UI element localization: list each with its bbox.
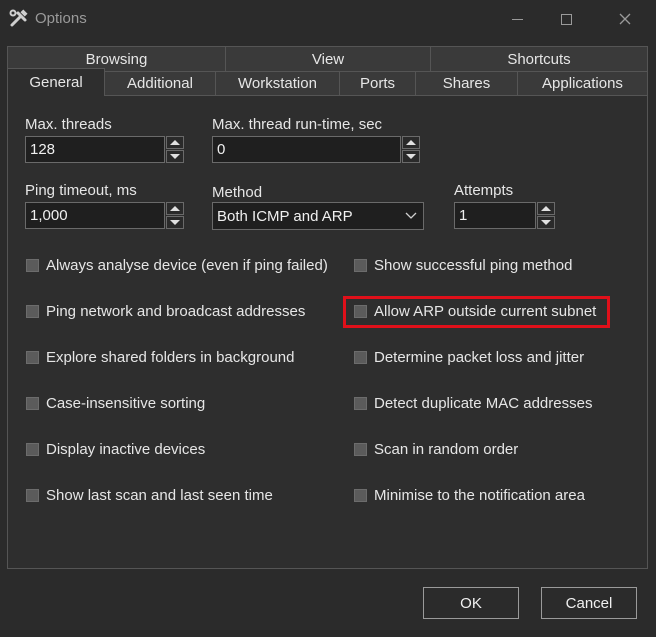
- max-threads-spinner: [166, 136, 184, 163]
- checkbox-box[interactable]: [354, 351, 367, 364]
- max-runtime-down-button[interactable]: [402, 150, 420, 163]
- checkbox-box[interactable]: [354, 397, 367, 410]
- tools-icon: [9, 9, 28, 27]
- checkbox-explore-shared[interactable]: Explore shared folders in background: [26, 349, 294, 366]
- checkbox-box[interactable]: [354, 489, 367, 502]
- tab-view[interactable]: View: [225, 46, 431, 72]
- checkbox-box[interactable]: [26, 397, 39, 410]
- tab-additional[interactable]: Additional: [104, 71, 216, 96]
- max-threads-input[interactable]: 128: [25, 136, 165, 163]
- tab-ports[interactable]: Ports: [339, 71, 416, 96]
- close-button[interactable]: [602, 0, 648, 38]
- arrow-down-icon: [170, 154, 180, 159]
- max-threads-down-button[interactable]: [166, 150, 184, 163]
- checkbox-label: Always analyse device (even if ping fail…: [46, 257, 328, 274]
- close-icon: [619, 13, 631, 25]
- arrow-down-icon: [541, 220, 551, 225]
- ping-timeout-down-button[interactable]: [166, 216, 184, 229]
- max-runtime-up-button[interactable]: [402, 136, 420, 149]
- minimize-icon: [511, 18, 523, 20]
- method-select[interactable]: Both ICMP and ARP: [212, 202, 424, 230]
- ping-timeout-spinner: [166, 202, 184, 229]
- max-threads-label: Max. threads: [25, 116, 112, 133]
- maximize-button[interactable]: [543, 0, 589, 38]
- checkbox-label: Determine packet loss and jitter: [374, 349, 585, 366]
- checkbox-box[interactable]: [26, 305, 39, 318]
- max-runtime-input[interactable]: 0: [212, 136, 401, 163]
- checkbox-label: Explore shared folders in background: [46, 349, 295, 366]
- arrow-up-icon: [406, 140, 416, 145]
- checkbox-label: Minimise to the notification area: [374, 487, 585, 504]
- ping-timeout-up-button[interactable]: [166, 202, 184, 215]
- method-value: Both ICMP and ARP: [217, 208, 353, 225]
- checkbox-label: Case-insensitive sorting: [46, 395, 206, 412]
- maximize-icon: [560, 13, 572, 25]
- title-bar: Options: [0, 0, 656, 38]
- tab-applications[interactable]: Applications: [517, 71, 648, 96]
- arrow-up-icon: [170, 140, 180, 145]
- arrow-down-icon: [170, 220, 180, 225]
- checkbox-ping-broadcast[interactable]: Ping network and broadcast addresses: [26, 303, 305, 320]
- arrow-down-icon: [406, 154, 416, 159]
- checkbox-box[interactable]: [26, 489, 39, 502]
- checkbox-label: Show last scan and last seen time: [46, 487, 273, 504]
- tab-general[interactable]: General: [7, 68, 105, 96]
- attempts-input[interactable]: 1: [454, 202, 536, 229]
- checkbox-show-last-scan[interactable]: Show last scan and last seen time: [26, 487, 273, 504]
- checkbox-minimise-tray[interactable]: Minimise to the notification area: [354, 487, 585, 504]
- arrow-up-icon: [170, 206, 180, 211]
- checkbox-box[interactable]: [26, 259, 39, 272]
- checkbox-label: Display inactive devices: [46, 441, 206, 458]
- window-title: Options: [35, 10, 87, 27]
- checkbox-display-inactive[interactable]: Display inactive devices: [26, 441, 205, 458]
- checkbox-show-ping-method[interactable]: Show successful ping method: [354, 257, 572, 274]
- minimize-button[interactable]: [494, 0, 540, 38]
- ping-timeout-label: Ping timeout, ms: [25, 182, 137, 199]
- checkbox-label: Show successful ping method: [374, 257, 573, 274]
- checkbox-label: Scan in random order: [374, 441, 519, 458]
- checkbox-duplicate-mac[interactable]: Detect duplicate MAC addresses: [354, 395, 592, 412]
- attempts-spinner: [537, 202, 555, 229]
- checkbox-label: Detect duplicate MAC addresses: [374, 395, 593, 412]
- max-threads-up-button[interactable]: [166, 136, 184, 149]
- tab-workstation[interactable]: Workstation: [215, 71, 340, 96]
- arrow-up-icon: [541, 206, 551, 211]
- checkbox-label: Ping network and broadcast addresses: [46, 303, 306, 320]
- attempts-down-button[interactable]: [537, 216, 555, 229]
- max-runtime-spinner: [402, 136, 420, 163]
- checkbox-packet-loss[interactable]: Determine packet loss and jitter: [354, 349, 584, 366]
- checkbox-box[interactable]: [354, 443, 367, 456]
- ping-timeout-input[interactable]: 1,000: [25, 202, 165, 229]
- max-runtime-label: Max. thread run-time, sec: [212, 116, 383, 133]
- checkbox-case-insensitive[interactable]: Case-insensitive sorting: [26, 395, 205, 412]
- checkbox-box[interactable]: [26, 443, 39, 456]
- highlight-box: [343, 296, 610, 328]
- cancel-button[interactable]: Cancel: [541, 587, 637, 619]
- ok-button[interactable]: OK: [423, 587, 519, 619]
- checkbox-box[interactable]: [26, 351, 39, 364]
- tab-shortcuts[interactable]: Shortcuts: [430, 46, 648, 72]
- attempts-up-button[interactable]: [537, 202, 555, 215]
- method-label: Method: [212, 184, 263, 201]
- checkbox-always-analyse[interactable]: Always analyse device (even if ping fail…: [26, 257, 328, 274]
- tab-shares[interactable]: Shares: [415, 71, 518, 96]
- chevron-down-icon: [405, 212, 417, 219]
- attempts-label: Attempts: [454, 182, 514, 199]
- checkbox-box[interactable]: [354, 259, 367, 272]
- checkbox-random-order[interactable]: Scan in random order: [354, 441, 518, 458]
